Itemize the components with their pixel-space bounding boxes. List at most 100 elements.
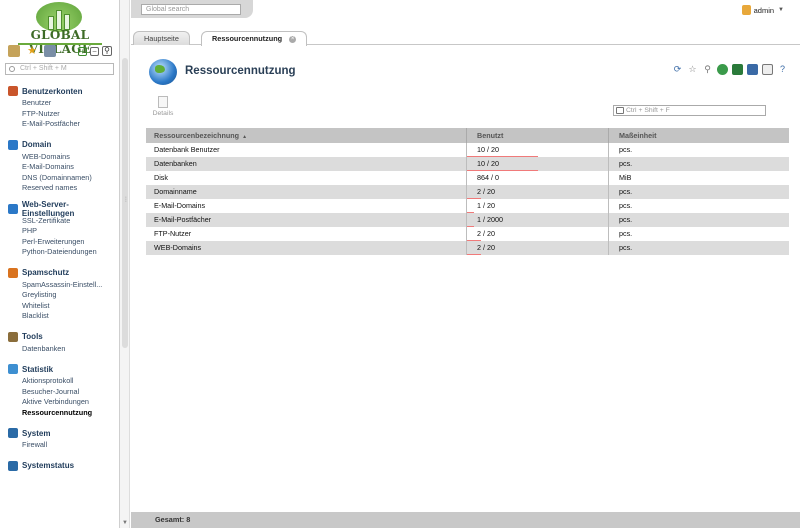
tools-icon bbox=[8, 331, 18, 342]
grid-footer: Gesamt: 8 bbox=[131, 512, 800, 528]
table-row[interactable]: FTP-Nutzer 2 / 20 pcs. bbox=[146, 227, 789, 241]
sidebar-item[interactable]: Blacklist bbox=[0, 311, 119, 322]
resource-unit-cell: MiB bbox=[619, 173, 632, 182]
sidebar-item[interactable]: DNS (Domainnamen) bbox=[0, 173, 119, 184]
table-row[interactable]: WEB-Domains 2 / 20 pcs. bbox=[146, 241, 789, 255]
sidebar-item[interactable]: Perl-Erweiterungen bbox=[0, 237, 119, 248]
menu-section-header[interactable]: Web-Server-Einstellungen bbox=[0, 200, 119, 218]
refresh-icon[interactable]: ⟳ bbox=[672, 64, 683, 75]
sidebar-item[interactable]: Reserved names bbox=[0, 183, 119, 194]
column-header-name[interactable]: Ressourcenbezeichnung ▲ bbox=[146, 128, 467, 143]
sidebar-item[interactable]: E-Mail-Domains bbox=[0, 162, 119, 173]
chevron-down-icon: ▼ bbox=[778, 7, 784, 13]
global-search-input[interactable]: Global search bbox=[141, 4, 241, 15]
table-filter-input[interactable]: Ctrl + Shift + F bbox=[613, 105, 766, 116]
resource-unit-cell: pcs. bbox=[619, 187, 633, 196]
briefcase-icon[interactable] bbox=[44, 45, 56, 57]
search-icon bbox=[9, 66, 15, 72]
resource-name-cell: Domainname bbox=[146, 185, 467, 199]
sort-asc-icon: ▲ bbox=[242, 134, 248, 140]
scroll-down-icon[interactable]: ▼ bbox=[122, 520, 128, 526]
table-row[interactable]: Disk 864 / 0 MiB bbox=[146, 171, 789, 185]
sidebar-item[interactable]: Besucher-Journal bbox=[0, 387, 119, 398]
usage-bar bbox=[467, 254, 482, 255]
sidebar-item[interactable]: Firewall bbox=[0, 440, 119, 451]
sidebar-toolbar: ★ + − ⚲ bbox=[4, 44, 116, 60]
globe-icon[interactable] bbox=[717, 64, 728, 75]
sidebar-item[interactable]: Greylisting bbox=[0, 290, 119, 301]
menu-section-header[interactable]: Tools bbox=[0, 330, 119, 344]
resource-name-cell: Disk bbox=[146, 171, 467, 185]
table-row[interactable]: E-Mail-Postfächer 1 / 2000 pcs. bbox=[146, 213, 789, 227]
sidebar-item[interactable]: WEB-Domains bbox=[0, 152, 119, 163]
logo[interactable]: GLOBAL VILLAGE bbox=[10, 2, 110, 56]
menu-section-header[interactable]: Spamschutz bbox=[0, 266, 119, 280]
sidebar-item[interactable]: Whitelist bbox=[0, 301, 119, 312]
details-document-icon bbox=[158, 96, 168, 108]
details-button[interactable]: Details bbox=[151, 96, 175, 117]
menu-section-header[interactable]: Benutzerkonten bbox=[0, 84, 119, 98]
tab-hauptseite[interactable]: Hauptseite bbox=[133, 31, 190, 45]
print-icon[interactable] bbox=[762, 64, 773, 75]
sidebar-item[interactable]: FTP-Nutzer bbox=[0, 109, 119, 120]
sidebar-scrollbar[interactable]: ⋮ ▼ bbox=[120, 0, 130, 528]
pin-icon[interactable]: ⚲ bbox=[702, 64, 713, 75]
collapse-all-icon[interactable]: − bbox=[90, 47, 99, 56]
sidebar-item[interactable]: Benutzer bbox=[0, 98, 119, 109]
menu-section-header[interactable]: Domain bbox=[0, 138, 119, 152]
table-row[interactable]: Datenbank Benutzer 10 / 20 pcs. bbox=[146, 143, 789, 157]
close-tab-icon[interactable]: × bbox=[289, 35, 297, 43]
table-row[interactable]: E-Mail-Domains 1 / 20 pcs. bbox=[146, 199, 789, 213]
main-scrollbar[interactable] bbox=[791, 46, 800, 512]
menu-section-header[interactable]: Systemstatus bbox=[0, 459, 119, 473]
resource-used-cell: 1 / 2000 bbox=[467, 213, 609, 227]
pin-icon[interactable]: ⚲ bbox=[102, 46, 112, 56]
resource-name-cell: WEB-Domains bbox=[146, 241, 467, 255]
resource-name-cell: Datenbank Benutzer bbox=[146, 143, 467, 157]
export-excel-icon[interactable] bbox=[732, 64, 743, 75]
total-count: Gesamt: 8 bbox=[155, 515, 191, 524]
sidebar-item[interactable]: Aktionsprotokoll bbox=[0, 376, 119, 387]
resource-globe-icon bbox=[149, 59, 177, 85]
scrollbar-thumb[interactable] bbox=[122, 58, 128, 348]
resource-unit-cell: pcs. bbox=[619, 215, 633, 224]
expand-all-icon[interactable]: + bbox=[78, 47, 87, 56]
menu-section: Domain WEB-Domains E-Mail-Domains DNS (Doma… bbox=[0, 138, 119, 194]
resource-unit-cell: pcs. bbox=[619, 229, 633, 238]
table-row[interactable]: Domainname 2 / 20 pcs. bbox=[146, 185, 789, 199]
resource-used-cell: 2 / 20 bbox=[467, 185, 609, 199]
sidebar-search-input[interactable]: Ctrl + Shift + M bbox=[5, 63, 114, 75]
sidebar-item[interactable]: Python-Dateiendungen bbox=[0, 247, 119, 258]
filter-icon bbox=[616, 107, 624, 114]
user-menu[interactable]: admin ▼ bbox=[741, 5, 784, 15]
system-icon bbox=[8, 428, 18, 438]
main-panel: Ressourcennutzung ⟳ ☆ ⚲ ? Details Ctrl +… bbox=[131, 46, 800, 528]
resource-used-cell: 10 / 20 bbox=[467, 157, 609, 171]
sidebar-item[interactable]: E-Mail-Postfächer bbox=[0, 119, 119, 130]
export-doc-icon[interactable] bbox=[747, 64, 758, 75]
sidebar-item[interactable]: PHP bbox=[0, 226, 119, 237]
column-header-unit[interactable]: Maßeinheit bbox=[609, 128, 789, 143]
menu-section-header[interactable]: Statistik bbox=[0, 362, 119, 376]
tree-view-icon[interactable] bbox=[8, 45, 20, 57]
user-avatar-icon bbox=[741, 5, 751, 15]
menu-section: Systemstatus bbox=[0, 459, 119, 473]
resource-unit-cell: pcs. bbox=[619, 159, 633, 168]
sidebar-item[interactable]: SpamAssassin-Einstell... bbox=[0, 280, 119, 291]
logo-building-icon bbox=[56, 10, 62, 30]
menu-section: Statistik Aktionsprotokoll Besucher-Journa… bbox=[0, 362, 119, 419]
table-header: Ressourcenbezeichnung ▲ Benutzt Maßeinhei… bbox=[146, 128, 789, 143]
column-header-used[interactable]: Benutzt bbox=[467, 128, 609, 143]
menu-section-header[interactable]: System bbox=[0, 426, 119, 440]
spam-shield-icon bbox=[8, 267, 18, 278]
sidebar-item[interactable]: Datenbanken bbox=[0, 344, 119, 355]
splitter-grip-icon[interactable]: ⋮ bbox=[123, 196, 129, 203]
sidebar-item[interactable]: Ressourcennutzung bbox=[0, 408, 119, 419]
favorite-star-icon[interactable]: ☆ bbox=[687, 64, 698, 75]
help-icon[interactable]: ? bbox=[777, 64, 788, 75]
sidebar-item[interactable]: Aktive Verbindungen bbox=[0, 397, 119, 408]
table-row[interactable]: Datenbanken 10 / 20 pcs. bbox=[146, 157, 789, 171]
resource-name-cell: FTP-Nutzer bbox=[146, 227, 467, 241]
tab-ressourcennutzung[interactable]: Ressourcennutzung × bbox=[201, 31, 308, 46]
favorites-star-icon[interactable]: ★ bbox=[26, 45, 38, 57]
